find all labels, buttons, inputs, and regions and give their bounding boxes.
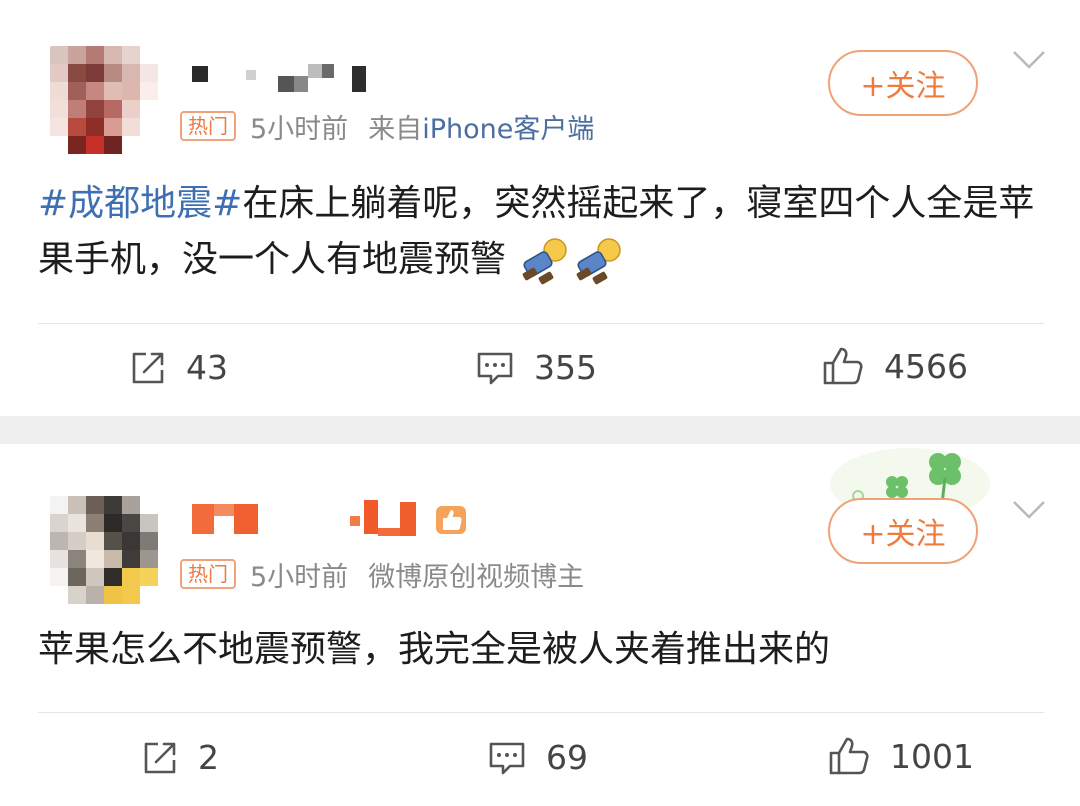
- post-content: 苹果怎么不地震预警，我完全是被人夹着推出来的: [38, 622, 1048, 678]
- weibo-post-2: 热门 5小时前 微博原创视频博主 +关注 苹果怎么不地震预警，我完全是被人夹着推…: [0, 444, 1080, 806]
- thumbs-up-badge-icon: [436, 506, 466, 534]
- repost-icon: [132, 352, 164, 383]
- like-button[interactable]: 1001: [828, 736, 974, 776]
- username-redacted[interactable]: [180, 500, 480, 540]
- repost-button[interactable]: 43: [130, 348, 228, 387]
- like-icon: [829, 737, 869, 775]
- post-content: #成都地震#在床上躺着呢，突然摇起来了，寝室四个人全是苹果手机，没一个人有地震预…: [38, 176, 1048, 288]
- follow-label: +关注: [860, 517, 946, 552]
- like-count: 4566: [884, 346, 968, 386]
- avatar[interactable]: [50, 496, 158, 604]
- comment-button[interactable]: 69: [488, 738, 588, 777]
- like-count: 1001: [890, 736, 974, 776]
- comment-icon: [477, 352, 513, 384]
- chevron-down-icon[interactable]: [1012, 50, 1046, 70]
- repost-button[interactable]: 2: [142, 738, 219, 777]
- divider: [38, 323, 1044, 324]
- like-icon: [823, 347, 863, 385]
- comment-icon: [489, 742, 525, 774]
- source-prefix: 来自: [368, 113, 423, 145]
- follow-button[interactable]: +关注: [828, 498, 978, 564]
- username-redacted[interactable]: [180, 60, 380, 100]
- comment-button[interactable]: 355: [476, 348, 597, 387]
- repost-count: 2: [198, 738, 219, 777]
- post-time: 5小时前: [250, 113, 349, 145]
- follow-button[interactable]: +关注: [828, 50, 978, 116]
- post-time: 5小时前: [250, 561, 349, 593]
- like-button[interactable]: 4566: [822, 346, 968, 386]
- repost-count: 43: [186, 348, 228, 387]
- divider: [38, 712, 1044, 713]
- hot-badge: 热门: [180, 559, 236, 589]
- post-meta: 热门 5小时前 来自 iPhone客户端: [180, 107, 594, 146]
- comment-count: 355: [534, 348, 597, 387]
- comment-count: 69: [546, 738, 588, 777]
- post-separator: [0, 416, 1080, 444]
- chevron-down-icon[interactable]: [1012, 500, 1046, 520]
- weibo-post-1: 热门 5小时前 来自 iPhone客户端 +关注 #成都地震#在床上躺着呢，突然…: [0, 0, 1080, 416]
- topic-link[interactable]: #成都地震#: [38, 183, 242, 224]
- avatar[interactable]: [50, 46, 158, 154]
- follow-label: +关注: [860, 69, 946, 104]
- repost-icon: [144, 742, 176, 773]
- post-meta: 热门 5小时前 微博原创视频博主: [180, 556, 585, 593]
- post-body: 苹果怎么不地震预警，我完全是被人夹着推出来的: [38, 629, 831, 670]
- source-link[interactable]: iPhone客户端: [422, 107, 594, 146]
- hot-badge: 热门: [180, 111, 236, 141]
- source-text: 微博原创视频博主: [368, 561, 585, 593]
- doge-emoji-icon: [523, 238, 568, 285]
- doge-emoji-icon: [577, 238, 622, 285]
